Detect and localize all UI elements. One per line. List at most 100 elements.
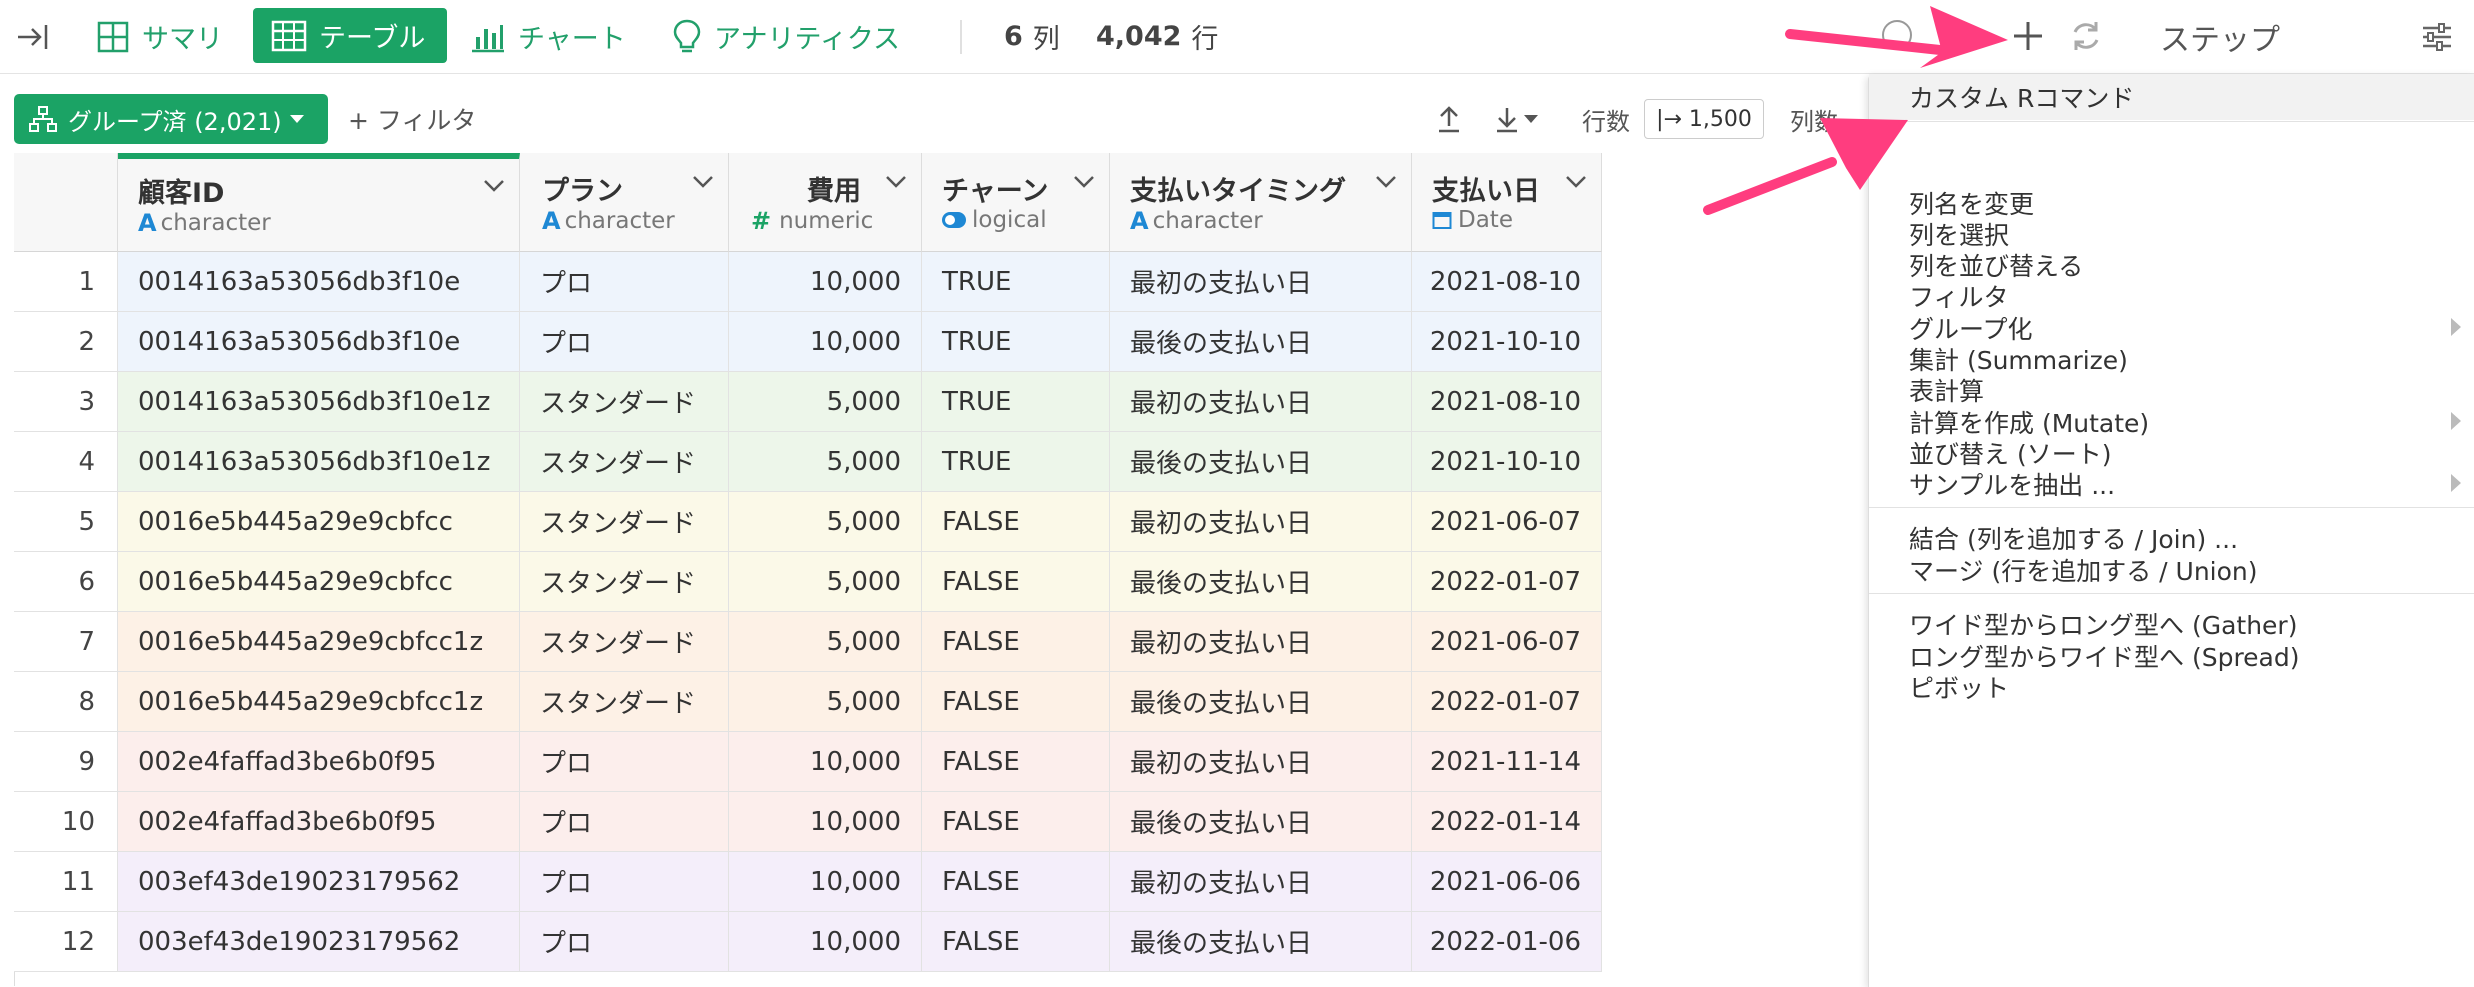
payment-date-cell[interactable]: 2021-10-10 [1412,432,1602,492]
payment-timing-cell[interactable]: 最初の支払い日 [1110,612,1412,672]
cost-cell[interactable]: 10,000 [729,852,922,912]
plan-cell[interactable]: プロ [520,912,729,972]
column-header-payment-date[interactable]: 支払い日 Date [1412,153,1602,252]
churn-cell[interactable]: FALSE [922,612,1110,672]
menu-item[interactable]: マージ (行を追加する / Union) [1869,547,2474,593]
payment-timing-cell[interactable]: 最初の支払い日 [1110,852,1412,912]
payment-timing-cell[interactable]: 最後の支払い日 [1110,792,1412,852]
churn-cell[interactable]: FALSE [922,492,1110,552]
plan-cell[interactable]: スタンダード [520,492,729,552]
help-icon[interactable] [1882,20,1912,50]
customer-id-cell[interactable]: 0016e5b445a29e9cbfcc [118,492,520,552]
upload-icon[interactable] [1436,99,1462,139]
payment-date-cell[interactable]: 2022-01-06 [1412,912,1602,972]
customer-id-cell[interactable]: 0014163a53056db3f10e1z [118,372,520,432]
customer-id-cell[interactable]: 0014163a53056db3f10e1z [118,432,520,492]
churn-cell[interactable]: FALSE [922,912,1110,972]
tab-table[interactable]: テーブル [253,8,447,63]
churn-cell[interactable]: FALSE [922,672,1110,732]
chevron-down-icon[interactable] [483,179,505,193]
churn-cell[interactable]: FALSE [922,792,1110,852]
plan-cell[interactable]: プロ [520,792,729,852]
cost-cell[interactable]: 5,000 [729,612,922,672]
refresh-icon[interactable] [2068,18,2104,54]
payment-date-cell[interactable]: 2022-01-14 [1412,792,1602,852]
payment-date-cell[interactable]: 2021-10-10 [1412,312,1602,372]
cost-cell[interactable]: 10,000 [729,252,922,312]
rows-limit-input[interactable]: |→ 1,500 [1644,99,1764,139]
churn-cell[interactable]: TRUE [922,372,1110,432]
plan-cell[interactable]: スタンダード [520,552,729,612]
collapse-panel-icon[interactable] [14,0,50,73]
cost-cell[interactable]: 5,000 [729,372,922,432]
grouped-button[interactable]: グループ済 (2,021) [14,94,328,144]
cost-cell[interactable]: 10,000 [729,732,922,792]
customer-id-cell[interactable]: 0016e5b445a29e9cbfcc1z [118,612,520,672]
plan-cell[interactable]: プロ [520,852,729,912]
payment-date-cell[interactable]: 2022-01-07 [1412,672,1602,732]
column-header-churn[interactable]: チャーン logical [922,153,1110,252]
plan-cell[interactable]: プロ [520,312,729,372]
churn-cell[interactable]: TRUE [922,252,1110,312]
customer-id-cell[interactable]: 0016e5b445a29e9cbfcc [118,552,520,612]
payment-timing-cell[interactable]: 最初の支払い日 [1110,252,1412,312]
cost-cell[interactable]: 5,000 [729,672,922,732]
menu-item[interactable]: ピボット [1869,664,2474,710]
plan-cell[interactable]: スタンダード [520,372,729,432]
customer-id-cell[interactable]: 003ef43de19023179562 [118,852,520,912]
payment-timing-cell[interactable]: 最初の支払い日 [1110,372,1412,432]
payment-timing-cell[interactable]: 最後の支払い日 [1110,432,1412,492]
payment-timing-cell[interactable]: 最初の支払い日 [1110,492,1412,552]
churn-cell[interactable]: FALSE [922,732,1110,792]
payment-timing-cell[interactable]: 最初の支払い日 [1110,732,1412,792]
customer-id-cell[interactable]: 0014163a53056db3f10e [118,252,520,312]
cost-cell[interactable]: 5,000 [729,432,922,492]
cost-cell[interactable]: 10,000 [729,312,922,372]
tab-analytics[interactable]: アナリティクス [672,0,900,73]
column-header-cost[interactable]: 費用 # numeric [729,153,922,252]
churn-cell[interactable]: FALSE [922,852,1110,912]
payment-timing-cell[interactable]: 最後の支払い日 [1110,312,1412,372]
add-step-icon[interactable] [2010,18,2046,54]
plan-cell[interactable]: スタンダード [520,432,729,492]
customer-id-cell[interactable]: 002e4faffad3be6b0f95 [118,732,520,792]
payment-date-cell[interactable]: 2021-08-10 [1412,252,1602,312]
chevron-down-icon[interactable] [1565,175,1587,189]
plan-cell[interactable]: プロ [520,252,729,312]
chevron-down-icon[interactable] [1073,175,1095,189]
payment-timing-cell[interactable]: 最後の支払い日 [1110,672,1412,732]
tab-summary[interactable]: サマリ [96,0,223,73]
customer-id-cell[interactable]: 0014163a53056db3f10e [118,312,520,372]
chevron-down-icon[interactable] [885,175,907,189]
tab-chart[interactable]: チャート [470,0,626,73]
chevron-down-icon[interactable] [1375,175,1397,189]
churn-cell[interactable]: TRUE [922,312,1110,372]
cost-cell[interactable]: 5,000 [729,492,922,552]
customer-id-cell[interactable]: 0016e5b445a29e9cbfcc1z [118,672,520,732]
cost-cell[interactable]: 10,000 [729,792,922,852]
payment-date-cell[interactable]: 2021-06-06 [1412,852,1602,912]
payment-date-cell[interactable]: 2021-06-07 [1412,612,1602,672]
settings-sliders-icon[interactable] [2420,20,2454,54]
payment-date-cell[interactable]: 2021-06-07 [1412,492,1602,552]
menu-item[interactable]: サンプルを抽出 ... [1869,461,2474,507]
menu-item[interactable]: カスタム Rコマンド [1869,74,2474,120]
churn-cell[interactable]: FALSE [922,552,1110,612]
column-header-plan[interactable]: プラン Acharacter [520,153,729,252]
payment-timing-cell[interactable]: 最後の支払い日 [1110,912,1412,972]
download-icon[interactable] [1494,99,1538,139]
chevron-down-icon[interactable] [692,175,714,189]
customer-id-cell[interactable]: 002e4faffad3be6b0f95 [118,792,520,852]
payment-timing-cell[interactable]: 最後の支払い日 [1110,552,1412,612]
payment-date-cell[interactable]: 2021-08-10 [1412,372,1602,432]
add-filter-button[interactable]: + フィルタ [348,94,476,144]
payment-date-cell[interactable]: 2021-11-14 [1412,732,1602,792]
column-header-customer-id[interactable]: 顧客ID Acharacter [118,153,520,252]
plan-cell[interactable]: プロ [520,732,729,792]
plan-cell[interactable]: スタンダード [520,612,729,672]
cost-cell[interactable]: 5,000 [729,552,922,612]
customer-id-cell[interactable]: 003ef43de19023179562 [118,912,520,972]
payment-date-cell[interactable]: 2022-01-07 [1412,552,1602,612]
churn-cell[interactable]: TRUE [922,432,1110,492]
cost-cell[interactable]: 10,000 [729,912,922,972]
